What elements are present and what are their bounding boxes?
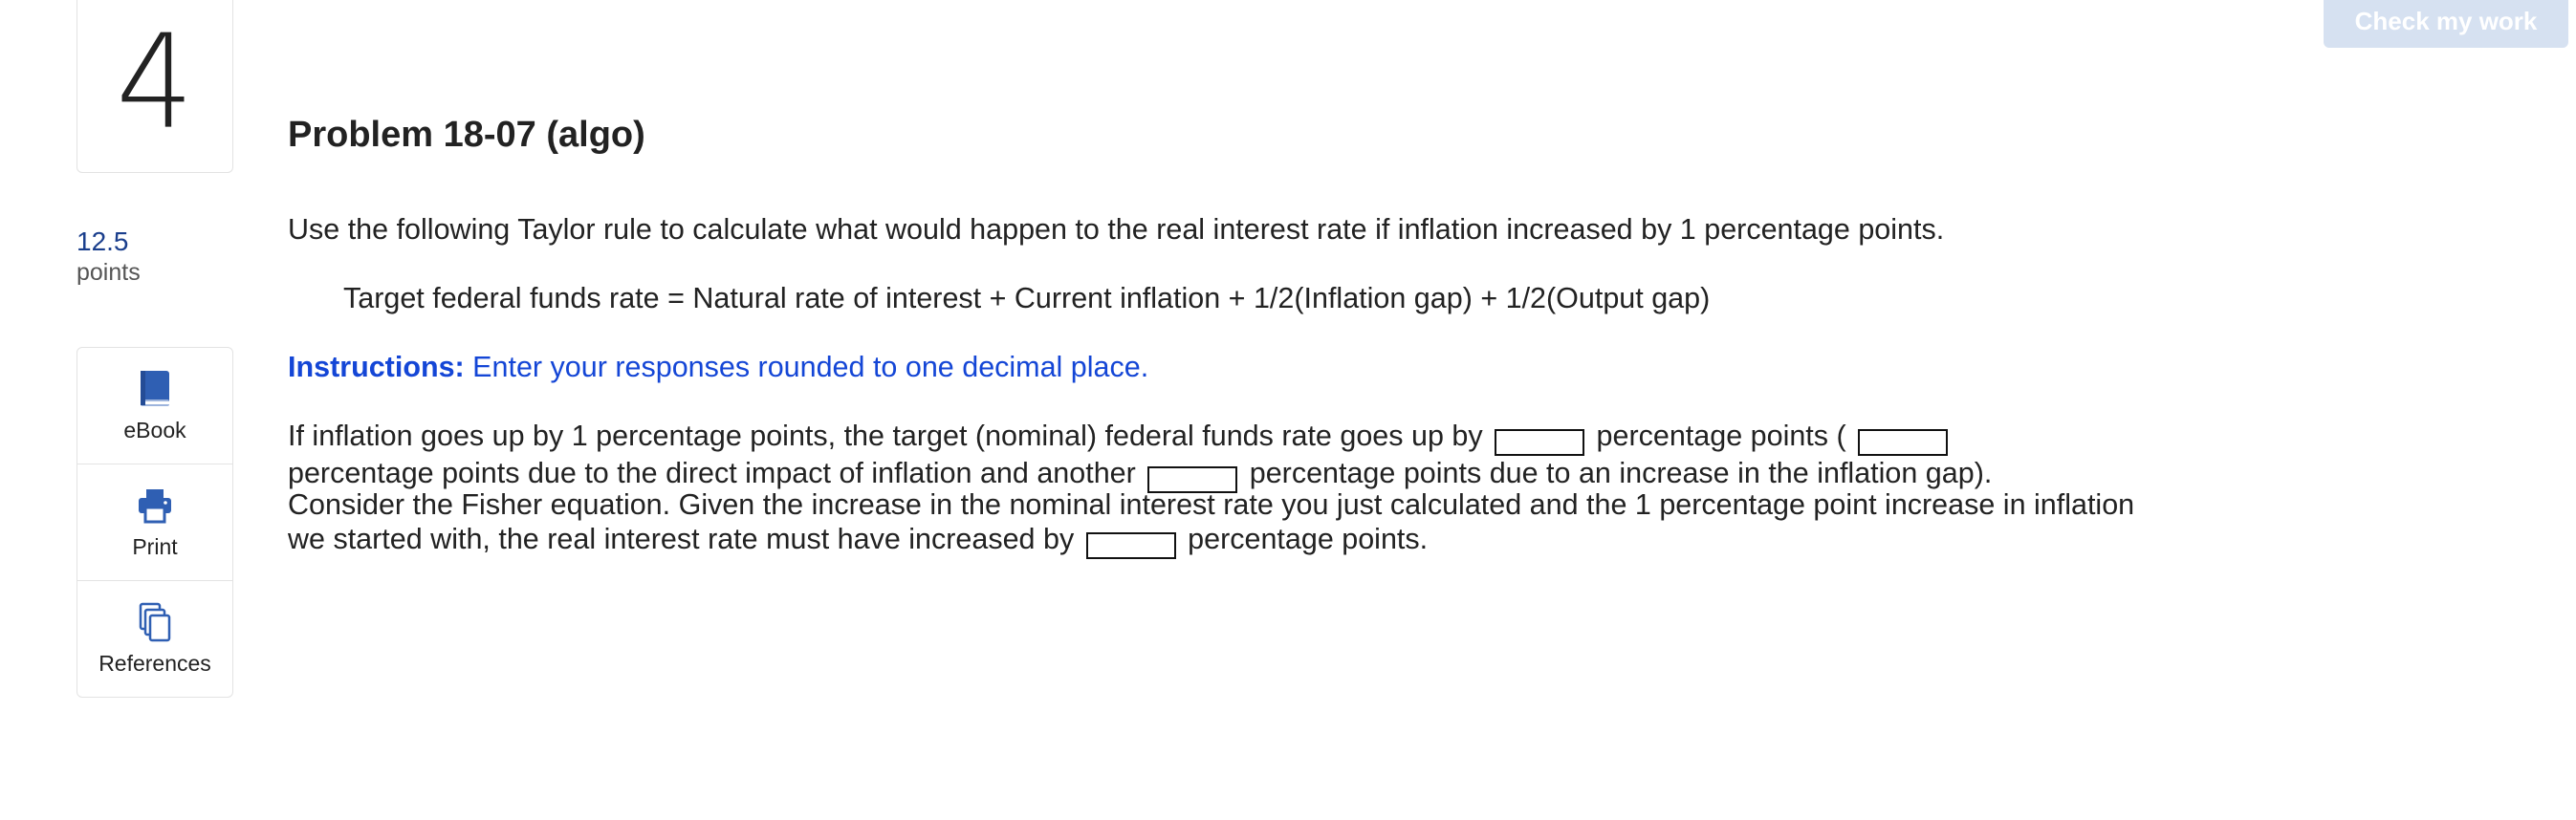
question-number: 4	[116, 7, 194, 159]
question-1: If inflation goes up by 1 percentage poi…	[288, 419, 2162, 493]
copy-icon	[139, 602, 171, 642]
ebook-label: eBook	[123, 418, 186, 442]
references-button[interactable]: References	[77, 581, 232, 697]
instructions-label: Instructions:	[288, 351, 465, 383]
tools-panel: eBook Print References	[76, 347, 233, 698]
q1-text-3: percentage points due to the direct impa…	[288, 457, 1145, 489]
problem-intro: Use the following Taylor rule to calcula…	[288, 213, 1945, 246]
q1-text-2: percentage points (	[1588, 420, 1855, 452]
check-my-work-button[interactable]: Check my work	[2324, 0, 2568, 48]
points-label: points	[76, 258, 141, 286]
real-rate-increase-input[interactable]	[1085, 532, 1176, 559]
references-label: References	[98, 651, 211, 676]
taylor-rule-formula: Target federal funds rate = Natural rate…	[343, 282, 1711, 314]
instructions-text: Enter your responses rounded to one deci…	[464, 351, 1149, 383]
ebook-button[interactable]: eBook	[77, 348, 232, 464]
direct-inflation-input[interactable]	[1858, 429, 1949, 456]
print-button[interactable]: Print	[77, 464, 232, 581]
points-value: 12.5	[76, 227, 129, 256]
q1-text-4: percentage points due to an increase in …	[1241, 457, 1993, 489]
problem-title: Problem 18-07 (algo)	[288, 115, 645, 155]
print-label: Print	[132, 534, 178, 559]
ffr-increase-input[interactable]	[1495, 429, 1585, 456]
points-block: 12.5 points	[76, 226, 141, 288]
q2-text-2: percentage points.	[1179, 523, 1429, 555]
question-number-box: 4	[76, 0, 233, 173]
book-icon	[141, 371, 169, 406]
instructions: Instructions: Enter your responses round…	[288, 350, 1148, 384]
printer-icon	[139, 489, 171, 524]
q1-text-1: If inflation goes up by 1 percentage poi…	[288, 420, 1492, 452]
question-2: Consider the Fisher equation. Given the …	[288, 487, 2162, 559]
